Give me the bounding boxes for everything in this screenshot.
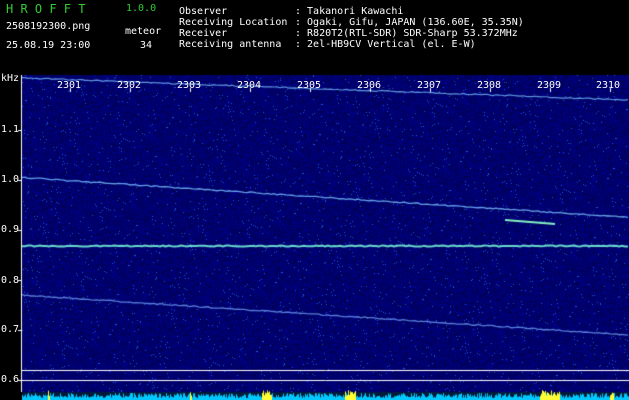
y-tick-1-0: 1.0 — [1, 174, 20, 185]
info-label-receiver: Receiver — [179, 28, 228, 39]
info-label-antenna: Receiving antenna — [179, 39, 282, 50]
info-label-location: Receiving Location — [179, 17, 288, 28]
app-version: 1.0.0 — [126, 3, 157, 14]
y-tick-1-1: 1.1 — [1, 124, 20, 135]
y-tick-0-6: 0.6 — [1, 374, 20, 385]
app-name: H R O F F T — [6, 2, 86, 16]
x-tick-2307: 2307 — [417, 80, 442, 91]
x-tick-2302: 2302 — [117, 80, 142, 91]
info-value-antenna: : 2el-HB9CV Vertical (el. E-W) — [295, 39, 476, 50]
y-tick-0-8: 0.8 — [1, 275, 20, 286]
info-value-receiver: : R820T2(RTL-SDR) SDR-Sharp 53.372MHz — [295, 28, 518, 39]
spectrogram-canvas — [0, 0, 629, 400]
x-tick-2303: 2303 — [177, 80, 202, 91]
x-tick-2309: 2309 — [537, 80, 562, 91]
info-label-observer: Observer — [179, 6, 228, 17]
y-tick-0-9: 0.9 — [1, 224, 20, 235]
x-tick-2304: 2304 — [237, 80, 262, 91]
image-filename: 2508192300.png — [6, 21, 91, 32]
y-axis-unit: kHz — [1, 73, 20, 84]
x-tick-2308: 2308 — [477, 80, 502, 91]
x-tick-2306: 2306 — [357, 80, 382, 91]
meteor-count: 34 — [140, 40, 153, 51]
capture-datetime: 25.08.19 23:00 — [6, 40, 91, 51]
info-value-observer: : Takanori Kawachi — [295, 6, 404, 17]
info-value-location: : Ogaki, Gifu, JAPAN (136.60E, 35.35N) — [295, 17, 524, 28]
x-tick-2310: 2310 — [596, 80, 621, 91]
x-tick-2305: 2305 — [297, 80, 322, 91]
y-tick-0-7: 0.7 — [1, 324, 20, 335]
meteor-label: meteor — [125, 26, 162, 37]
x-tick-2301: 2301 — [57, 80, 82, 91]
